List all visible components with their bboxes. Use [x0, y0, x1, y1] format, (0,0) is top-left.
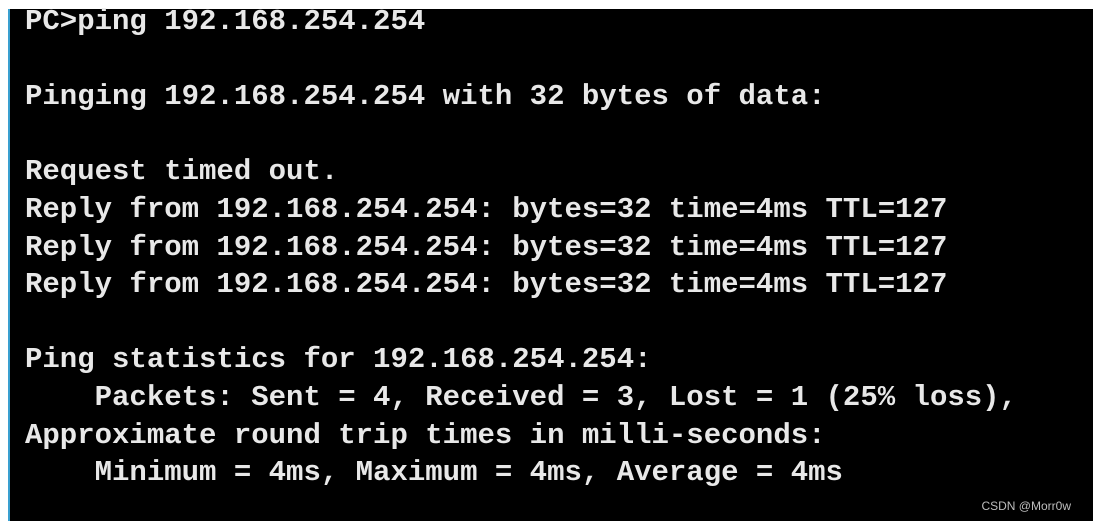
terminal-line: Ping statistics for 192.168.254.254: [25, 343, 652, 377]
terminal-line: Request timed out. [25, 155, 339, 189]
terminal-line: Pinging 192.168.254.254 with 32 bytes of… [25, 80, 826, 114]
terminal-line: PC>ping 192.168.254.254 [25, 5, 426, 38]
terminal-output: PC>ping 192.168.254.254 Pinging 192.168.2… [25, 3, 1017, 492]
terminal-line: Reply from 192.168.254.254: bytes=32 tim… [25, 230, 948, 264]
watermark: CSDN @Morr0w [981, 499, 1071, 513]
terminal-line: Minimum = 4ms, Maximum = 4ms, Average = … [25, 456, 843, 490]
terminal-line: Approximate round trip times in milli-se… [25, 418, 826, 452]
terminal-line: Packets: Sent = 4, Received = 3, Lost = … [25, 380, 1017, 414]
terminal-line: Reply from 192.168.254.254: bytes=32 tim… [25, 268, 948, 302]
terminal-line: Reply from 192.168.254.254: bytes=32 tim… [25, 192, 948, 226]
terminal-window[interactable]: PC>ping 192.168.254.254 Pinging 192.168.2… [8, 5, 1093, 521]
